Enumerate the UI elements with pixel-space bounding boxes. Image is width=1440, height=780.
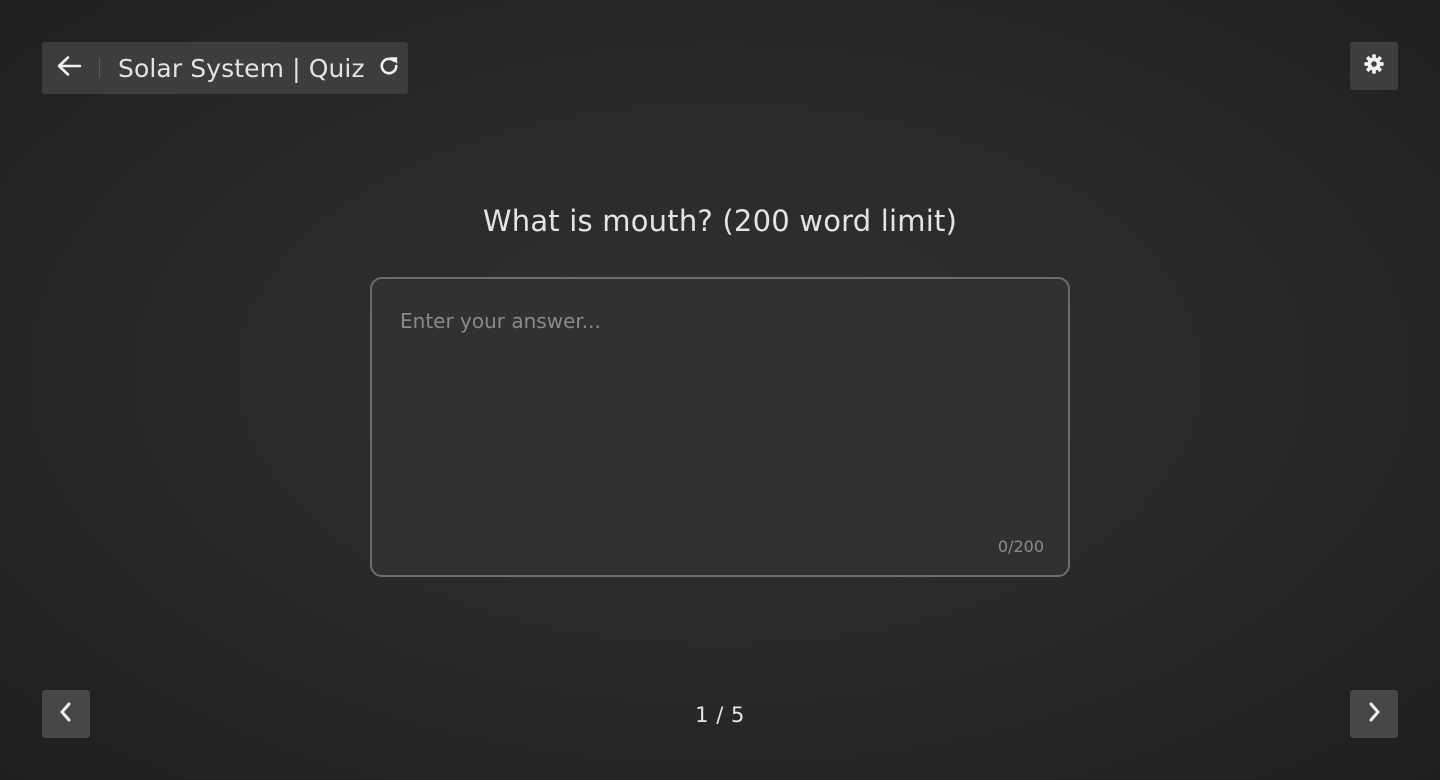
back-button[interactable] xyxy=(42,42,94,94)
header-divider xyxy=(99,58,100,78)
question-text: What is mouth? (200 word limit) xyxy=(482,204,958,238)
gear-icon xyxy=(1363,53,1385,79)
page-indicator: 1 / 5 xyxy=(695,703,745,727)
answer-box: 0/200 xyxy=(370,277,1070,577)
page-title: Solar System | Quiz xyxy=(118,53,365,83)
answer-input[interactable] xyxy=(372,279,1068,575)
quiz-header-bar: Solar System | Quiz xyxy=(42,42,408,94)
next-question-button[interactable] xyxy=(1350,690,1398,738)
word-counter: 0/200 xyxy=(997,537,1044,556)
refresh-icon xyxy=(377,54,401,82)
chevron-right-icon xyxy=(1365,701,1383,727)
refresh-button[interactable] xyxy=(375,54,403,82)
arrow-left-icon xyxy=(56,55,82,81)
settings-button[interactable] xyxy=(1350,42,1398,90)
